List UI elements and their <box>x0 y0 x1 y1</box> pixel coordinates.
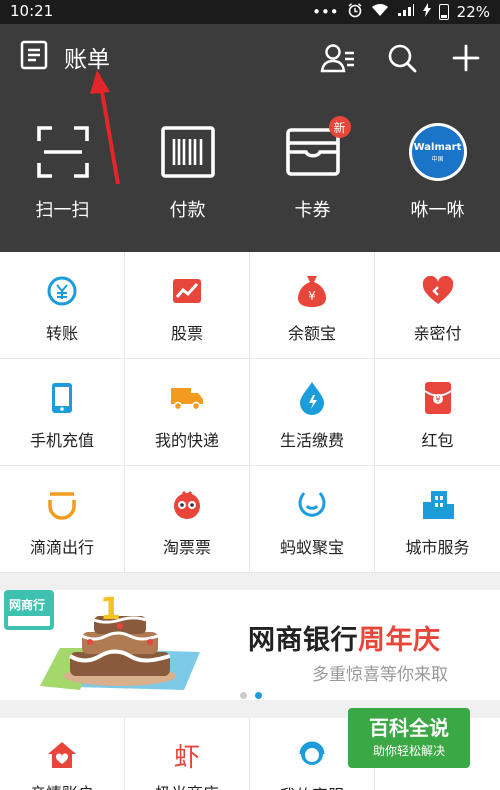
city-service-label: 城市服务 <box>405 538 470 557</box>
pay-button[interactable]: 付款 <box>125 122 250 222</box>
quick-actions: 扫一扫 付款 新 卡券 Walmart 中国 咻一咻 <box>0 116 500 222</box>
stock-chart-icon <box>170 274 204 308</box>
charging-icon <box>422 3 431 21</box>
carousel-dot-active[interactable] <box>255 692 262 699</box>
yuebao-cell[interactable]: ¥ 余额宝 <box>250 252 375 358</box>
pay-label: 付款 <box>169 200 206 221</box>
wifi-icon <box>371 3 389 21</box>
red-envelope-cell[interactable]: ¥ 红包 <box>375 359 500 465</box>
contacts-icon[interactable] <box>318 38 358 78</box>
city-service-cell[interactable]: 城市服务 <box>375 466 500 572</box>
bill-button[interactable]: 账单 <box>20 40 110 74</box>
shrimp-shop-cell[interactable]: 虾 极光商店 <box>125 718 250 790</box>
banner-title: 网商银行周年庆 <box>248 618 441 657</box>
service-agent-icon <box>295 740 329 772</box>
watermark-subtitle: 助你轻松解决 <box>372 744 445 758</box>
status-right: ••• 22% <box>312 2 490 22</box>
didi-icon <box>45 488 79 522</box>
barcode-icon <box>158 122 218 182</box>
cake-number: 1 <box>100 592 121 627</box>
nav-icons <box>318 38 486 78</box>
yuebao-label: 余额宝 <box>287 324 336 343</box>
express-label: 我的快递 <box>154 431 219 450</box>
bill-label: 账单 <box>64 47 110 73</box>
card-wallet-icon: 新 <box>283 116 351 182</box>
battery-percent: 22% <box>456 3 490 21</box>
grid-row: 手机充值 我的快递 生活缴费 ¥ 红包 <box>0 359 500 466</box>
scan-label: 扫一扫 <box>35 200 90 221</box>
shake-button[interactable]: Walmart 中国 咻一咻 <box>375 122 500 222</box>
bill-icon <box>20 40 48 74</box>
status-time: 10:21 <box>10 2 54 20</box>
family-account-cell[interactable]: 亲情账户 <box>0 718 125 790</box>
phone-topup-cell[interactable]: 手机充值 <box>0 359 125 465</box>
search-icon[interactable] <box>382 38 422 78</box>
family-account-label: 亲情账户 <box>30 780 94 790</box>
watermark-title: 百科全说 <box>369 716 449 740</box>
red-envelope-icon: ¥ <box>421 381 455 415</box>
express-cell[interactable]: 我的快递 <box>125 359 250 465</box>
top-nav: 账单 <box>0 24 500 92</box>
watermark: 百科全说 助你轻松解决 <box>348 708 470 768</box>
movie-mascot-icon <box>170 488 204 522</box>
utilities-cell[interactable]: 生活缴费 <box>250 359 375 465</box>
shrimp-shop-label: 极光商店 <box>155 780 219 790</box>
transfer-icon <box>45 274 79 308</box>
didi-cell[interactable]: 滴滴出行 <box>0 466 125 572</box>
banner-title-main: 网商银行 <box>248 625 358 656</box>
banner-title-accent: 周年庆 <box>358 625 441 656</box>
banner-badge-text: 网商行 <box>9 598 46 612</box>
shake-label: 咻一咻 <box>410 200 465 221</box>
walmart-logo: Walmart 中国 <box>408 122 468 182</box>
intimate-pay-label: 亲密付 <box>413 324 462 343</box>
coupons-label: 卡券 <box>294 200 331 221</box>
add-icon[interactable] <box>446 38 486 78</box>
alarm-icon <box>347 2 363 22</box>
ant-fortune-label: 蚂蚁聚宝 <box>279 538 344 557</box>
new-badge: 新 <box>328 116 351 138</box>
svg-text:虾: 虾 <box>174 743 200 770</box>
scan-button[interactable]: 扫一扫 <box>0 122 125 222</box>
walmart-logo-sub: 中国 <box>431 155 444 163</box>
header: 账单 扫一扫 付款 新 卡券 Walmart 中国 咻一咻 <box>0 24 500 252</box>
didi-label: 滴滴出行 <box>29 538 94 557</box>
promo-banner[interactable]: 网商行 1 网商银行周年庆 多重惊喜等你来取 <box>0 590 500 700</box>
intimate-pay-cell[interactable]: 亲密付 <box>375 252 500 358</box>
heart-icon <box>421 274 455 308</box>
money-bag-icon: ¥ <box>295 274 329 308</box>
walmart-logo-text: Walmart <box>413 141 462 153</box>
transfer-label: 转账 <box>45 324 78 343</box>
phone-topup-label: 手机充值 <box>29 431 94 450</box>
signal-icon <box>397 3 415 21</box>
city-building-icon <box>421 488 455 522</box>
family-home-icon <box>45 740 79 770</box>
ant-treasure-icon <box>295 488 329 522</box>
svg-text:¥: ¥ <box>435 395 440 404</box>
status-bar: 10:21 ••• 22% <box>0 0 500 24</box>
taopiaopiao-label: 淘票票 <box>162 538 211 557</box>
scan-icon <box>33 122 93 182</box>
services-grid: 转账 股票 ¥ 余额宝 亲密付 手机充值 我的快递 生活缴费 ¥ 红包 滴滴出行… <box>0 252 500 573</box>
carousel-dots <box>240 692 262 699</box>
phone-icon <box>45 381 79 415</box>
water-drop-icon <box>295 381 329 415</box>
notification-dots: ••• <box>312 3 339 21</box>
banner-subtitle: 多重惊喜等你来取 <box>312 665 448 685</box>
ant-fortune-cell[interactable]: 蚂蚁聚宝 <box>250 466 375 572</box>
grid-row: 滴滴出行 淘票票 蚂蚁聚宝 城市服务 <box>0 466 500 573</box>
taopiaopiao-cell[interactable]: 淘票票 <box>125 466 250 572</box>
carousel-dot[interactable] <box>240 692 247 699</box>
red-envelope-label: 红包 <box>421 431 454 450</box>
utilities-label: 生活缴费 <box>279 431 344 450</box>
svg-text:¥: ¥ <box>308 289 316 303</box>
truck-icon <box>170 381 204 415</box>
coupons-button[interactable]: 新 卡券 <box>250 116 375 222</box>
stock-label: 股票 <box>170 324 203 343</box>
stock-cell[interactable]: 股票 <box>125 252 250 358</box>
transfer-cell[interactable]: 转账 <box>0 252 125 358</box>
shrimp-icon: 虾 <box>170 740 204 770</box>
battery-icon <box>438 4 449 20</box>
customer-service-label: 我的客服 <box>280 782 344 790</box>
grid-row: 转账 股票 ¥ 余额宝 亲密付 <box>0 252 500 359</box>
